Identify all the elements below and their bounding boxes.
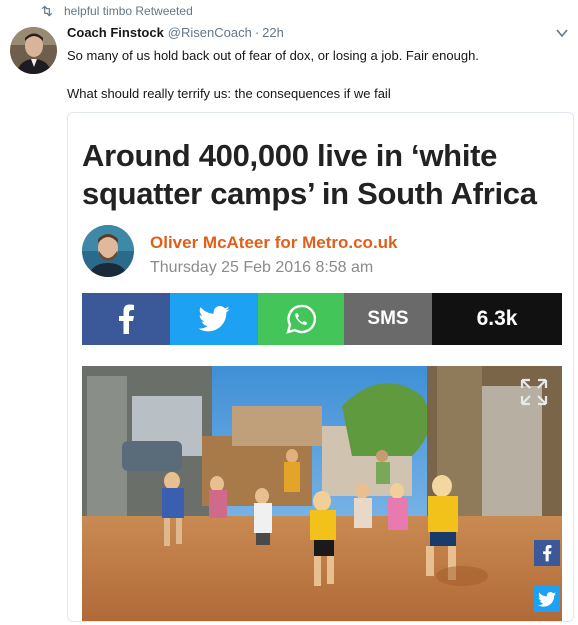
caret-down-icon[interactable] <box>556 28 568 38</box>
share-twitter-button[interactable] <box>170 293 258 345</box>
share-count: 6.3k <box>432 293 562 345</box>
author-avatar <box>82 225 134 277</box>
publish-date: Thursday 25 Feb 2016 8:58 am <box>150 259 374 276</box>
timestamp[interactable]: 22h <box>262 25 284 40</box>
user-name[interactable]: Coach Finstock <box>67 25 164 40</box>
retweet-label[interactable]: helpful timbo Retweeted <box>64 4 193 18</box>
separator-dot: · <box>254 25 260 40</box>
link-card[interactable]: Around 400,000 live in ‘white squatter c… <box>67 112 574 622</box>
twitter-icon <box>538 591 556 607</box>
tweet-header: Coach Finstock @RisenCoach · 22h <box>67 25 284 40</box>
share-sms-button[interactable]: SMS <box>344 293 432 345</box>
tweet-text: So many of us hold back out of fear of d… <box>67 48 479 101</box>
retweet-context: helpful timbo Retweeted <box>40 3 193 19</box>
share-whatsapp-button[interactable] <box>258 293 344 345</box>
author-name: Oliver McAteer for Metro.co.uk <box>150 233 398 252</box>
whatsapp-icon <box>286 304 316 334</box>
article-photo[interactable] <box>82 366 562 621</box>
avatar[interactable] <box>10 27 57 74</box>
side-twitter-button[interactable] <box>534 586 560 612</box>
retweet-icon <box>41 5 53 17</box>
article-headline: Around 400,000 live in ‘white squatter c… <box>82 138 537 211</box>
twitter-icon <box>198 306 230 332</box>
facebook-icon <box>543 544 552 562</box>
expand-icon[interactable] <box>520 378 548 406</box>
side-facebook-button[interactable] <box>534 540 560 566</box>
share-facebook-button[interactable] <box>82 293 170 345</box>
share-bar: SMS 6.3k <box>82 293 562 345</box>
facebook-icon <box>119 304 134 334</box>
user-handle[interactable]: @RisenCoach <box>168 25 252 40</box>
